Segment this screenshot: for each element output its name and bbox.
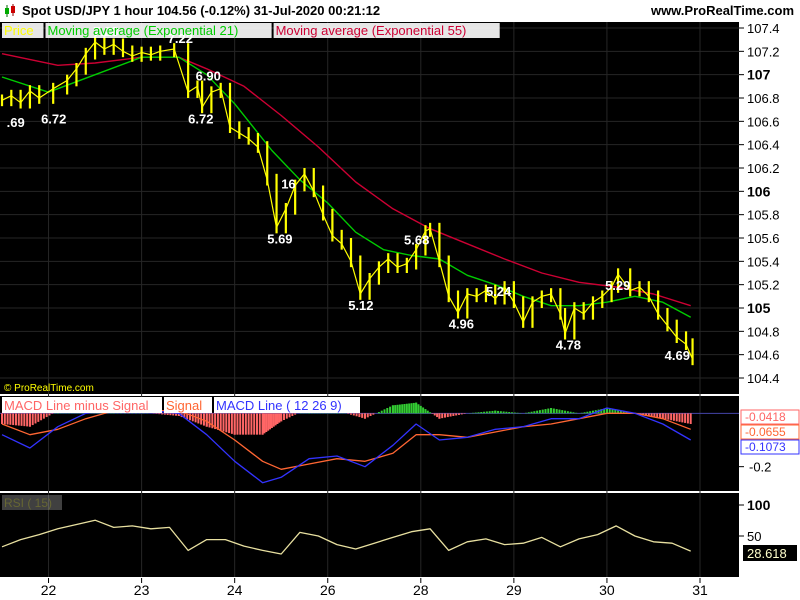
x-tick-label: 24 xyxy=(227,582,243,598)
copyright-text: © ProRealTime.com xyxy=(4,383,94,394)
price-legend-item: Moving average (Exponential 21) xyxy=(48,23,239,38)
price-y-tick-label: 106.2 xyxy=(747,161,780,176)
price-y-tick-label: 107.2 xyxy=(747,44,780,59)
price-y-tick-label: 104.8 xyxy=(747,324,780,339)
price-y-tick-label: 106 xyxy=(747,183,771,199)
price-legend-item: Moving average (Exponential 55) xyxy=(276,23,467,38)
macd-value-label: -0.0655 xyxy=(745,425,786,439)
price-y-tick-label: 104.6 xyxy=(747,348,780,363)
price-y-tick-label: 105.4 xyxy=(747,254,780,269)
x-axis-band xyxy=(0,578,800,600)
price-y-tick-label: 106.4 xyxy=(747,138,780,153)
rsi-panel xyxy=(0,493,739,577)
x-tick-label: 23 xyxy=(134,582,150,598)
usdjpy-chart: .696.727.287.226.906.72165.695.125.685.2… xyxy=(0,21,800,600)
price-y-tick-label: 106.6 xyxy=(747,114,780,129)
price-legend-item: Price xyxy=(4,23,34,38)
price-y-tick-label: 107 xyxy=(747,67,771,83)
price-annotation: 4.78 xyxy=(556,338,581,353)
price-panel xyxy=(0,22,739,394)
macd-legend-item: MACD Line ( 12 26 9) xyxy=(216,398,342,413)
x-tick-label: 28 xyxy=(413,582,429,598)
macd-legend-item: MACD Line minus Signal xyxy=(4,398,149,413)
rsi-value-label: 28.618 xyxy=(747,546,787,561)
price-annotation: 6.72 xyxy=(41,111,66,126)
rsi-y-tick-label: 50 xyxy=(747,529,761,544)
chart-header: Spot USD/JPY 1 hour 104.56 (-0.12%) 31-J… xyxy=(0,0,800,22)
price-y-tick-label: 105.8 xyxy=(747,208,780,223)
rsi-legend-item: RSI ( 15) xyxy=(4,496,52,510)
price-y-tick-label: 107.4 xyxy=(747,21,780,36)
candlestick-icon[interactable] xyxy=(4,4,16,18)
x-tick-label: 30 xyxy=(599,582,615,598)
price-annotation: 5.24 xyxy=(486,284,512,299)
price-annotation: 5.12 xyxy=(348,298,373,313)
price-y-tick-label: 106.8 xyxy=(747,91,780,106)
macd-y-tick-label: -0.2 xyxy=(749,460,771,475)
macd-value-label: -0.1073 xyxy=(745,440,786,454)
price-annotation: .69 xyxy=(7,115,25,130)
price-annotation: 4.96 xyxy=(449,317,474,332)
site-link[interactable]: www.ProRealTime.com xyxy=(651,3,794,18)
price-annotation: 5.69 xyxy=(267,232,292,247)
x-tick-label: 31 xyxy=(692,582,708,598)
price-y-tick-label: 104.4 xyxy=(747,371,780,386)
price-y-tick-label: 105 xyxy=(747,300,771,316)
price-annotation: 6.90 xyxy=(196,68,221,83)
price-annotation: 5.29 xyxy=(605,278,630,293)
macd-value-label: -0.0418 xyxy=(745,410,786,424)
price-y-tick-label: 105.2 xyxy=(747,278,780,293)
price-y-tick-label: 105.6 xyxy=(747,231,780,246)
rsi-y-tick-label: 100 xyxy=(747,497,771,513)
x-tick-label: 29 xyxy=(506,582,522,598)
macd-legend-item: Signal xyxy=(166,398,202,413)
price-annotation: 5.68 xyxy=(404,233,429,248)
price-annotation: 16 xyxy=(281,177,295,192)
price-annotation: 6.72 xyxy=(188,111,213,126)
price-annotation: 4.69 xyxy=(665,348,690,363)
instrument-title: Spot USD/JPY 1 hour 104.56 (-0.12%) 31-J… xyxy=(22,3,381,18)
x-tick-label: 26 xyxy=(320,582,336,598)
x-tick-label: 22 xyxy=(41,582,57,598)
